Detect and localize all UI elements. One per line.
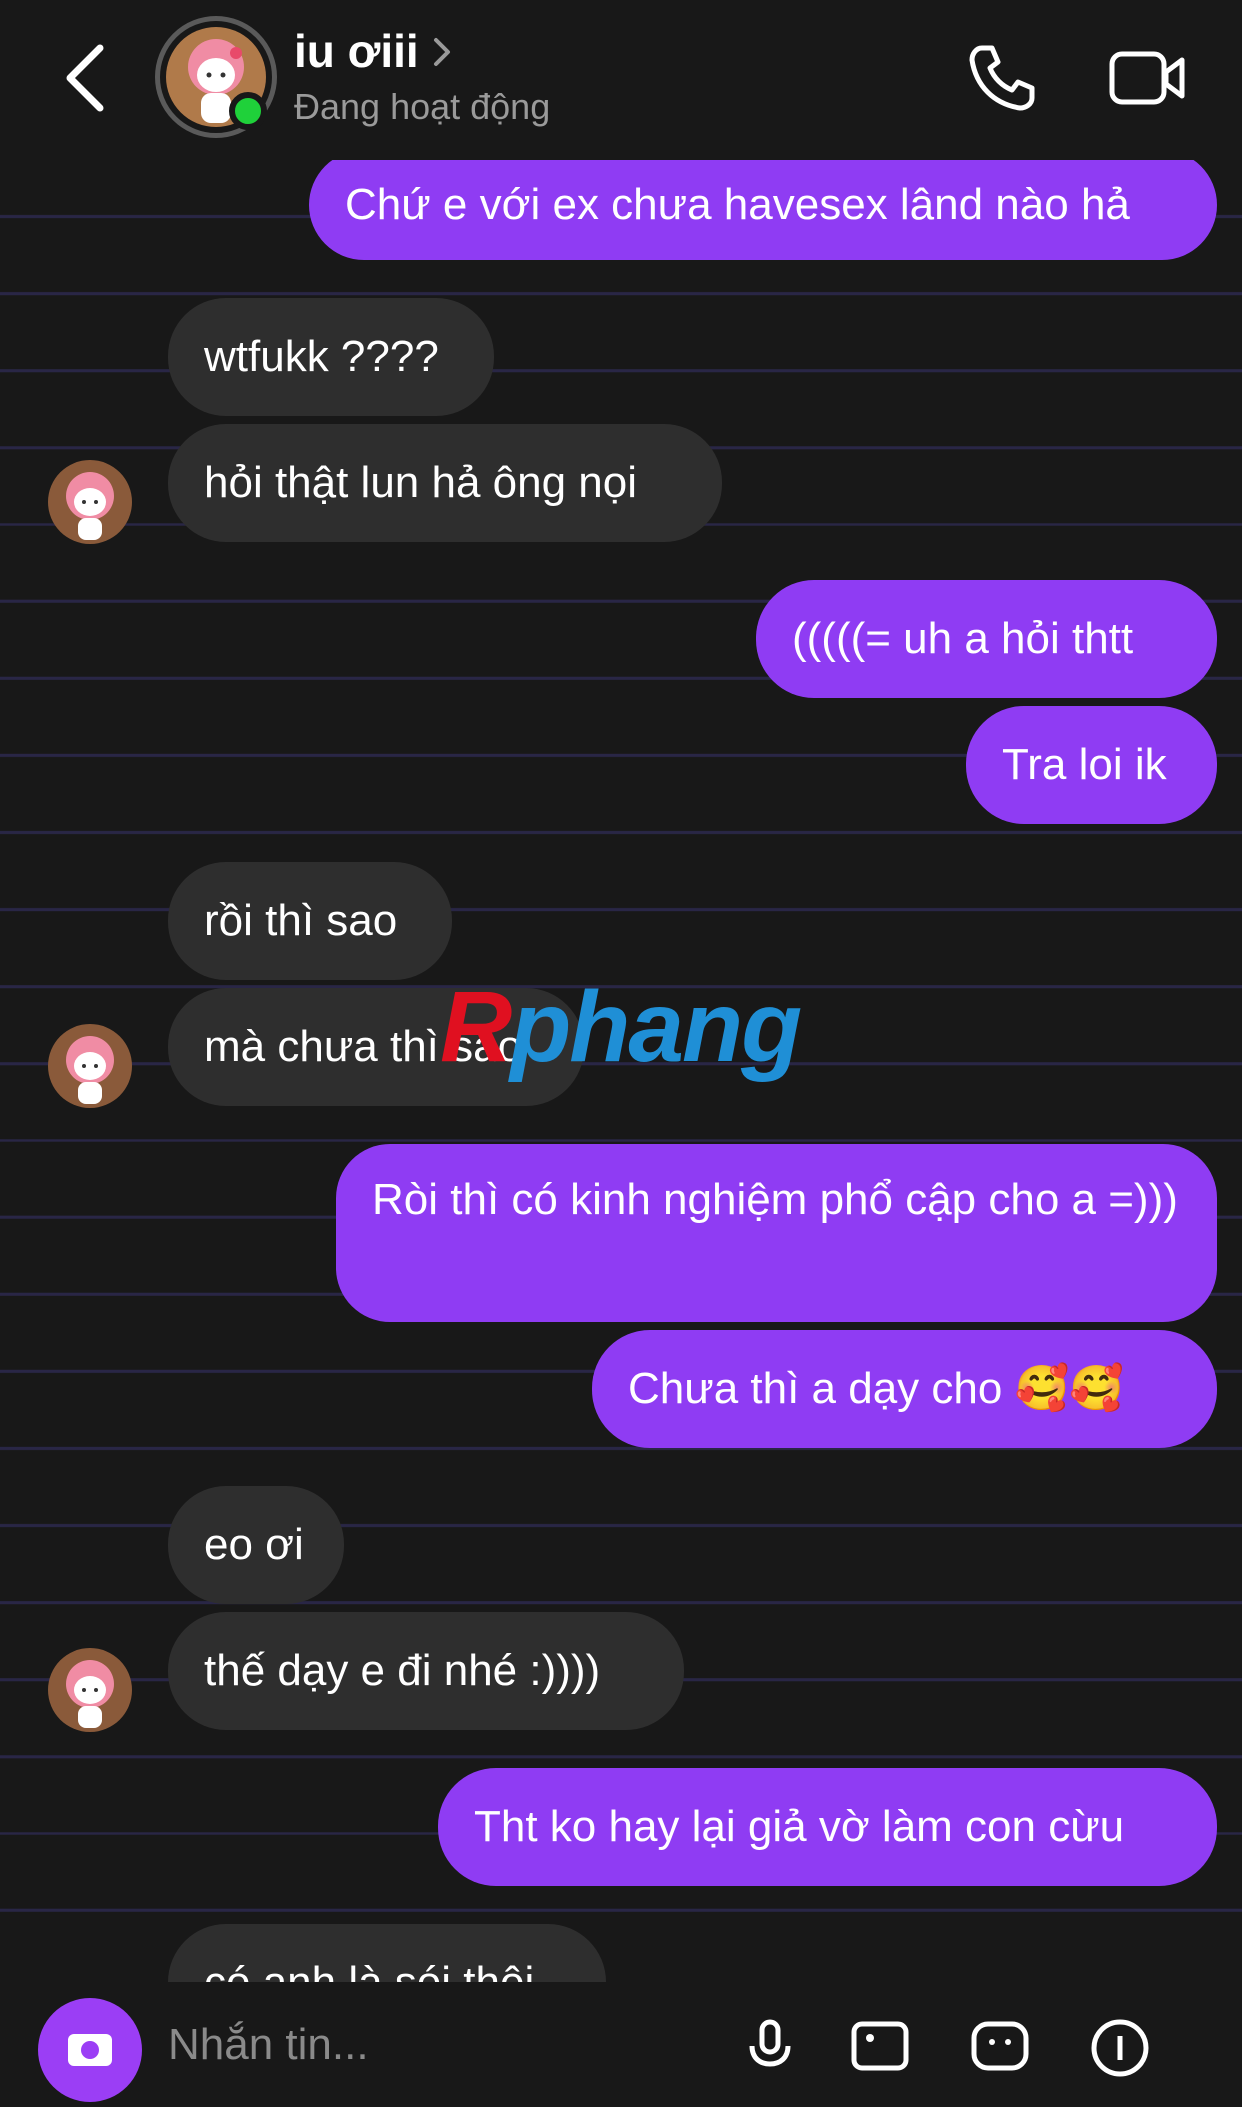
back-chevron-icon[interactable] [58,42,114,114]
message-incoming[interactable]: rồi thì sao [168,862,452,980]
message-text: (((((= uh a hỏi thtt [792,614,1134,663]
watermark: Rphang [440,971,802,1083]
message-outgoing[interactable]: Chưa thì a dạy cho 🥰🥰 [592,1330,1217,1448]
plus-circle-icon[interactable] [1088,2014,1152,2078]
online-indicator [229,92,267,130]
camera-button[interactable] [38,1998,142,2102]
message-text: eo ơi [204,1520,304,1569]
image-icon[interactable] [848,2014,912,2078]
message-outgoing[interactable]: Tht ko hay lại giả vờ làm con cừu [438,1768,1217,1886]
message-text: rồi thì sao [204,896,398,945]
message-text: Ròi thì có kinh nghiệm phổ cập cho a =))… [372,1175,1178,1224]
microphone-icon[interactable] [738,2014,802,2078]
message-outgoing[interactable]: Tra loi ik [966,706,1217,824]
message-incoming[interactable]: thế dạy e đi nhé :)))) [168,1612,684,1730]
chevron-right-icon[interactable] [430,34,454,70]
message-outgoing[interactable]: Chứ e với ex chưa havesex lând nào hả [309,150,1217,260]
message-text: Chứ e với ex chưa havesex lând nào hả [345,180,1130,229]
contact-status: Đang hoạt động [294,86,551,127]
message-outgoing[interactable]: Ròi thì có kinh nghiệm phổ cập cho a =))… [336,1144,1217,1322]
message-incoming[interactable]: wtfukk ???? [168,298,494,416]
message-incoming[interactable]: hỏi thật lun hả ông nọi [168,424,722,542]
contact-avatar-small[interactable] [48,460,132,544]
message-text: thế dạy e đi nhé :)))) [204,1646,601,1695]
sticker-icon[interactable] [968,2014,1032,2078]
contact-avatar-small[interactable] [48,1024,132,1108]
message-text: Tra loi ik [1002,740,1167,789]
message-incoming[interactable]: eo ơi [168,1486,344,1604]
message-input[interactable]: Nhắn tin... [168,2020,369,2070]
phone-icon[interactable] [966,42,1038,114]
contact-name[interactable]: iu ơiii [294,24,419,78]
message-text: wtfukk ???? [204,332,439,381]
message-outgoing[interactable]: (((((= uh a hỏi thtt [756,580,1217,698]
camera-icon [68,2034,112,2066]
video-camera-icon[interactable] [1108,48,1186,108]
chat-header: iu ơiii Đang hoạt động [0,0,1242,160]
message-text: hỏi thật lun hả ông nọi [204,458,638,507]
contact-avatar-small[interactable] [48,1648,132,1732]
message-text: Tht ko hay lại giả vờ làm con cừu [474,1802,1125,1851]
message-text: Chưa thì a dạy cho 🥰🥰 [628,1364,1125,1413]
